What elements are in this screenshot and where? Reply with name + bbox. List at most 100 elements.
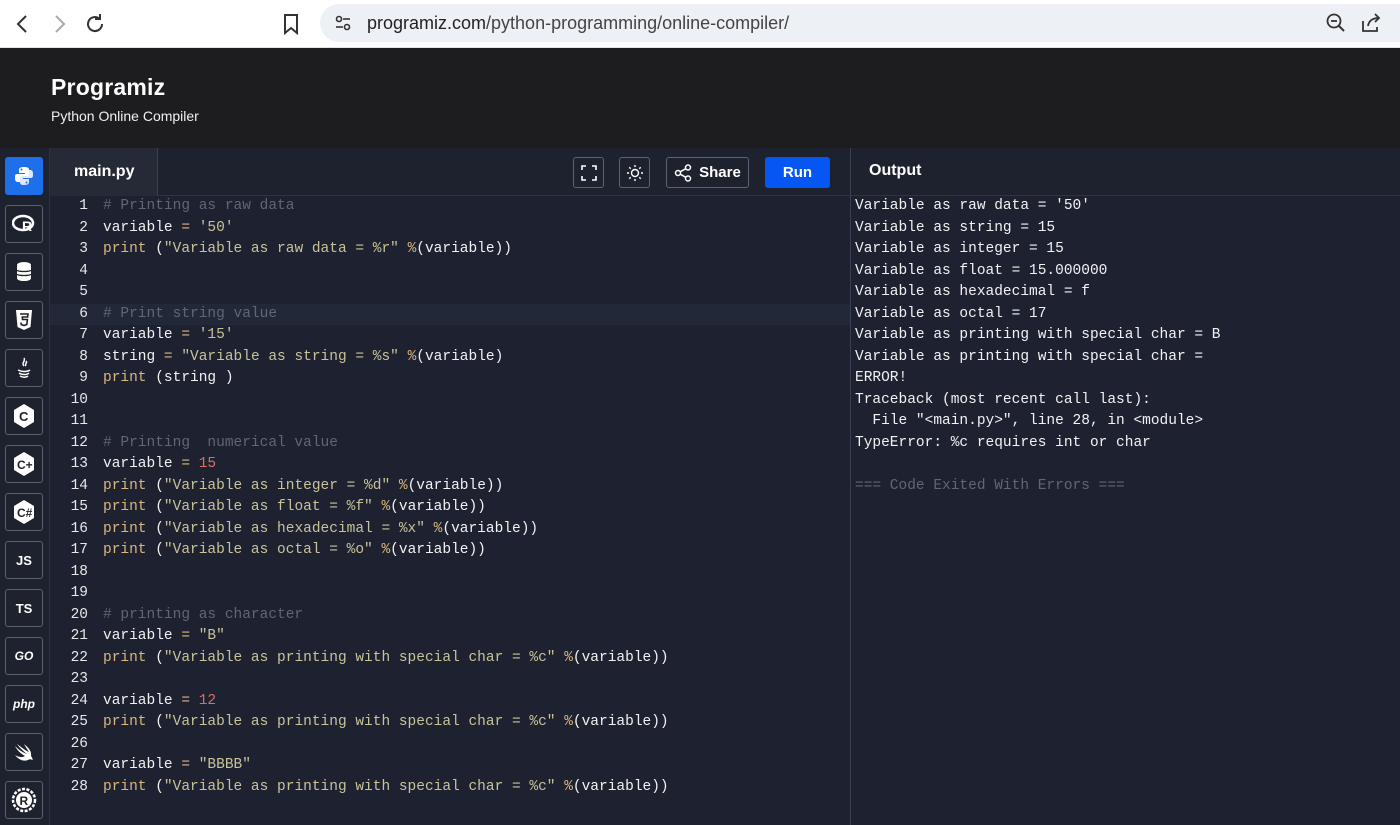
code-line[interactable]: 19 (50, 583, 850, 605)
code-line[interactable]: 11 (50, 411, 850, 433)
lang-typescript[interactable]: TS (5, 589, 43, 627)
back-arrow-icon (16, 15, 27, 33)
code-line[interactable]: 5 (50, 282, 850, 304)
code-line[interactable]: 18 (50, 562, 850, 584)
code-text[interactable]: print ("Variable as hexadecimal = %x" %(… (103, 519, 538, 541)
code-text[interactable]: variable = '15' (103, 325, 234, 347)
lang-go[interactable]: GO (5, 637, 43, 675)
code-text[interactable]: print ("Variable as octal = %o" %(variab… (103, 540, 486, 562)
lang-javascript[interactable]: JS (5, 541, 43, 579)
output-line: Variable as float = 15.000000 (855, 262, 1108, 279)
site-settings-icon[interactable] (334, 14, 352, 32)
go-icon: GO (14, 649, 34, 663)
code-text[interactable]: variable = 12 (103, 691, 216, 713)
lang-r[interactable]: R (5, 205, 43, 243)
code-line[interactable]: 7 variable = '15' (50, 325, 850, 347)
code-line[interactable]: 25 print ("Variable as printing with spec… (50, 712, 850, 734)
code-text[interactable]: variable = "B" (103, 626, 225, 648)
code-text[interactable]: # Print string value (103, 304, 277, 326)
lang-html[interactable] (5, 301, 43, 339)
lang-java[interactable] (5, 349, 43, 387)
code-text[interactable]: print ("Variable as printing with specia… (103, 712, 669, 734)
forward-button[interactable] (44, 9, 74, 39)
output-line: Variable as hexadecimal = f (855, 284, 1090, 300)
code-text[interactable]: # Printing numerical value (103, 433, 338, 455)
line-number: 27 (70, 757, 88, 773)
line-number: 4 (79, 262, 88, 279)
url-path: /python-programming/online-compiler/ (486, 13, 790, 33)
code-text[interactable]: variable = 15 (103, 454, 216, 476)
code-line[interactable]: 26 (50, 734, 850, 756)
run-button[interactable]: Run (765, 157, 830, 188)
code-line[interactable]: 6 # Print string value (50, 303, 850, 326)
code-text[interactable]: string = "Variable as string = %s" %(var… (103, 347, 503, 369)
svg-text:C#: C# (17, 506, 33, 520)
code-line[interactable]: 14 print ("Variable as integer = %d" %(va… (50, 476, 850, 498)
code-line[interactable]: 1 # Printing as raw data (50, 196, 850, 218)
code-line[interactable]: 10 (50, 390, 850, 412)
address-bar[interactable]: programiz.com/python-programming/online-… (320, 4, 1400, 42)
sun-icon (626, 164, 643, 181)
code-editor[interactable]: 1 # Printing as raw data 2 variable = '50' 3… (50, 196, 850, 825)
lang-python[interactable] (5, 157, 43, 195)
line-number: 8 (79, 348, 88, 365)
code-line[interactable]: 8 string = "Variable as string = %s" %(va… (50, 347, 850, 369)
code-line[interactable]: 24 variable = 12 (50, 691, 850, 713)
editor-toolbar: main.py Share Run (50, 148, 850, 196)
lang-php[interactable]: php (5, 685, 43, 723)
code-line[interactable]: 9 print (string ) (50, 368, 850, 390)
code-text[interactable]: print ("Variable as float = %f" %(variab… (103, 497, 486, 519)
code-line[interactable]: 17 print ("Variable as octal = %o" %(vari… (50, 540, 850, 562)
line-number: 19 (70, 585, 88, 601)
share-icon (674, 163, 692, 182)
code-text[interactable]: print ("Variable as printing with specia… (103, 777, 669, 799)
code-text[interactable]: print ("Variable as raw data = %r" %(var… (103, 239, 512, 261)
code-line[interactable]: 21 variable = "B" (50, 626, 850, 648)
code-line[interactable]: 22 print ("Variable as printing with spec… (50, 648, 850, 670)
code-text[interactable]: variable = "BBBB" (103, 755, 251, 777)
programiz-logo[interactable]: Programiz (51, 74, 165, 101)
code-line[interactable]: 27 variable = "BBBB" (50, 755, 850, 777)
lang-sql[interactable] (5, 253, 43, 291)
share-page-icon[interactable] (1360, 12, 1382, 34)
code-line[interactable]: 3 print ("Variable as raw data = %r" %(va… (50, 239, 850, 261)
reload-button[interactable] (80, 9, 110, 39)
share-button[interactable]: Share (666, 157, 749, 188)
zoom-icon[interactable] (1326, 13, 1346, 33)
code-line[interactable]: 16 print ("Variable as hexadecimal = %x" … (50, 519, 850, 541)
code-line[interactable]: 13 variable = 15 (50, 454, 850, 476)
code-text[interactable]: print ("Variable as printing with specia… (103, 648, 669, 670)
code-line[interactable]: 15 print ("Variable as float = %f" %(vari… (50, 497, 850, 519)
lang-swift[interactable] (5, 733, 43, 771)
lang-c[interactable]: C (5, 397, 43, 435)
theme-toggle-button[interactable] (619, 157, 650, 188)
code-line[interactable]: 2 variable = '50' (50, 218, 850, 240)
code-text[interactable]: # printing as character (103, 605, 303, 627)
fullscreen-button[interactable] (573, 157, 604, 188)
output-line: Variable as octal = 17 (855, 305, 1047, 322)
code-text[interactable]: print (string ) (103, 368, 234, 390)
output-line: === Code Exited With Errors === (855, 477, 1125, 494)
code-text[interactable]: variable = '50' (103, 218, 234, 240)
line-number: 23 (70, 671, 88, 687)
lang-rust[interactable]: R (5, 781, 43, 819)
language-sidebar: R C C+ C# JS TS GO php R (0, 148, 50, 825)
url-text: programiz.com/python-programming/online-… (367, 13, 789, 34)
file-tab-main[interactable]: main.py (50, 148, 158, 196)
code-line[interactable]: 12 # Printing numerical value (50, 433, 850, 455)
output-line: Variable as integer = 15 (855, 241, 1064, 257)
lang-cpp[interactable]: C+ (5, 445, 43, 483)
output-line: TypeError: %c requires int or char (855, 434, 1151, 451)
line-number: 25 (70, 714, 88, 730)
code-line[interactable]: 20 # printing as character (50, 605, 850, 627)
bookmark-button[interactable] (276, 9, 306, 39)
code-text[interactable]: # Printing as raw data (103, 196, 294, 218)
code-line[interactable]: 28 print ("Variable as printing with spec… (50, 777, 850, 799)
code-text[interactable]: print ("Variable as integer = %d" %(vari… (103, 476, 503, 498)
lang-csharp[interactable]: C# (5, 493, 43, 531)
code-line[interactable]: 4 (50, 261, 850, 283)
code-line[interactable]: 23 (50, 669, 850, 691)
cpp-icon: C+ (14, 452, 34, 476)
back-button[interactable] (8, 9, 38, 39)
line-number: 17 (70, 542, 88, 558)
